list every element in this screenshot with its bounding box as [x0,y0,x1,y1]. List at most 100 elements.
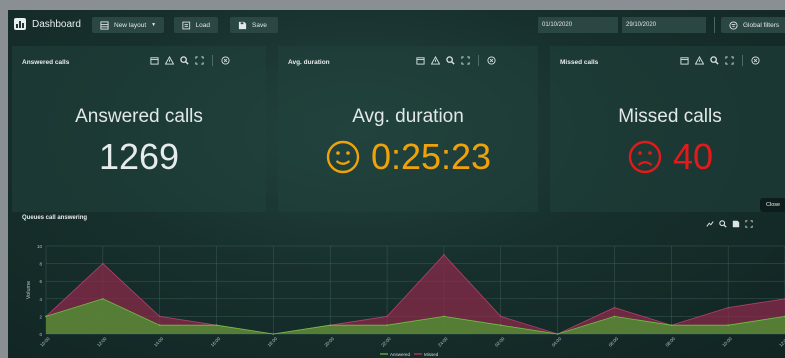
x-tick-label: 10:00 [721,336,733,348]
calendar-icon[interactable] [150,56,159,65]
data-point-missed [499,315,502,318]
data-point-answered [670,324,673,326]
data-point-answered [499,324,502,326]
y-tick-label: 0 [39,332,42,337]
warning-icon[interactable] [165,56,174,65]
dashboard-logo-icon [14,18,26,30]
fullscreen-icon[interactable] [745,220,753,228]
kpi-label: Missed calls [618,106,722,127]
warning-icon[interactable] [695,56,704,65]
panel-toolbar [680,55,760,66]
legend-label: Answered [390,352,411,357]
warning-icon[interactable] [431,56,440,65]
x-tick-label: 16:00 [210,336,222,348]
layout-dropdown-button[interactable]: New layout ▼ [92,17,165,33]
data-point-answered [102,298,104,300]
panel-toolbar [150,55,230,66]
save-chart-icon[interactable] [732,220,740,228]
x-tick-label: 22:00 [380,336,392,348]
search-icon[interactable] [446,56,455,65]
smile-icon [326,140,360,174]
panel-toolbar [416,55,496,66]
data-point-answered [443,315,445,318]
expand-icon[interactable] [195,56,204,65]
load-button[interactable]: Load [174,17,218,33]
close-icon[interactable] [487,56,496,65]
legend-label: Missed [424,352,439,357]
y-tick-label: 8 [39,262,42,267]
close-icon[interactable] [751,56,760,65]
y-tick-label: 2 [39,314,42,319]
chart-type-icon[interactable] [706,220,714,228]
x-tick-label: 12:00 [96,336,108,348]
y-axis-label: Volume [26,281,32,299]
data-point-missed [727,306,729,309]
search-icon[interactable] [710,56,719,65]
kpi-panel-answered: Answered calls Answered calls 1269 [12,46,266,212]
x-tick-label: 12:00 [778,336,785,348]
close-icon[interactable] [221,56,230,65]
data-point-missed [443,254,445,256]
app-title: Dashboard [32,18,81,30]
calendar-icon[interactable] [680,56,689,65]
dashboard-frame: Dashboard New layout ▼ Load Save 01/10/2… [8,10,785,358]
date-from-field[interactable]: 01/10/2020 [538,17,618,33]
data-point-answered [386,324,388,326]
global-filters-button[interactable]: Global filters [721,17,785,33]
x-tick-label: 08:00 [664,336,676,348]
kpi-panel-duration: Avg. duration Avg. duration 0:25:23 [278,46,538,212]
expand-icon[interactable] [725,56,734,65]
search-icon[interactable] [180,56,189,65]
chart-toolbar [706,220,753,228]
data-point-answered [329,324,332,326]
data-point-missed [613,306,616,309]
kpi-value: 1269 [98,136,180,177]
y-tick-label: 6 [39,279,42,284]
kpi-value: 40 [672,136,714,177]
calendar-icon[interactable] [416,56,425,65]
toolbar-divider [714,17,715,33]
data-point-answered [613,315,616,318]
load-label: Load [195,21,210,29]
panel-header: Missed calls [560,59,599,66]
data-point-answered [45,315,47,318]
global-filters-label: Global filters [743,21,780,29]
kpi-value-wrap: 1269 [12,136,266,178]
kpi-label: Answered calls [75,106,203,127]
layout-label: New layout [114,21,147,29]
x-tick-label: 24:00 [437,336,449,348]
x-tick-label: 06:00 [608,336,620,348]
save-button[interactable]: Save [230,17,278,33]
y-tick-label: 10 [37,244,43,249]
panel-header: Answered calls [22,59,70,66]
filter-icon [729,20,738,30]
x-tick-label: 10:00 [39,336,51,348]
data-point-missed [158,315,161,318]
data-point-missed [386,315,388,318]
zoom-icon[interactable] [719,220,727,228]
kpi-value-wrap: 40 [550,136,785,178]
frown-icon [628,140,662,174]
expand-icon[interactable] [461,56,470,65]
kpi-panel-missed: Missed calls Missed calls 40 [550,46,785,212]
save-icon [238,21,247,29]
x-tick-label: 20:00 [323,336,335,348]
chart-title: Queues call answering [22,215,88,221]
kpi-value: 0:25:23 [370,136,492,177]
kpi-label: Avg. duration [352,106,464,127]
panel-header: Avg. duration [288,59,330,66]
brand[interactable]: Dashboard [14,18,81,30]
x-tick-label: 18:00 [267,336,279,348]
x-tick-label: 04:00 [551,336,563,348]
layout-icon [100,20,109,30]
y-tick-label: 4 [39,297,42,302]
x-tick-label: 02:00 [494,336,506,348]
data-point-answered [727,324,729,326]
data-point-answered [272,333,275,335]
data-point-answered [215,324,218,326]
data-point-missed [102,262,104,265]
load-icon [182,21,191,29]
data-point-answered [158,324,161,326]
area-chart: 0 2 4 6 8 10 10:00 12:00 14:00 16:00 18:00 20:00 22:… [26,244,785,357]
date-to-field[interactable]: 29/10/2020 [622,17,706,33]
